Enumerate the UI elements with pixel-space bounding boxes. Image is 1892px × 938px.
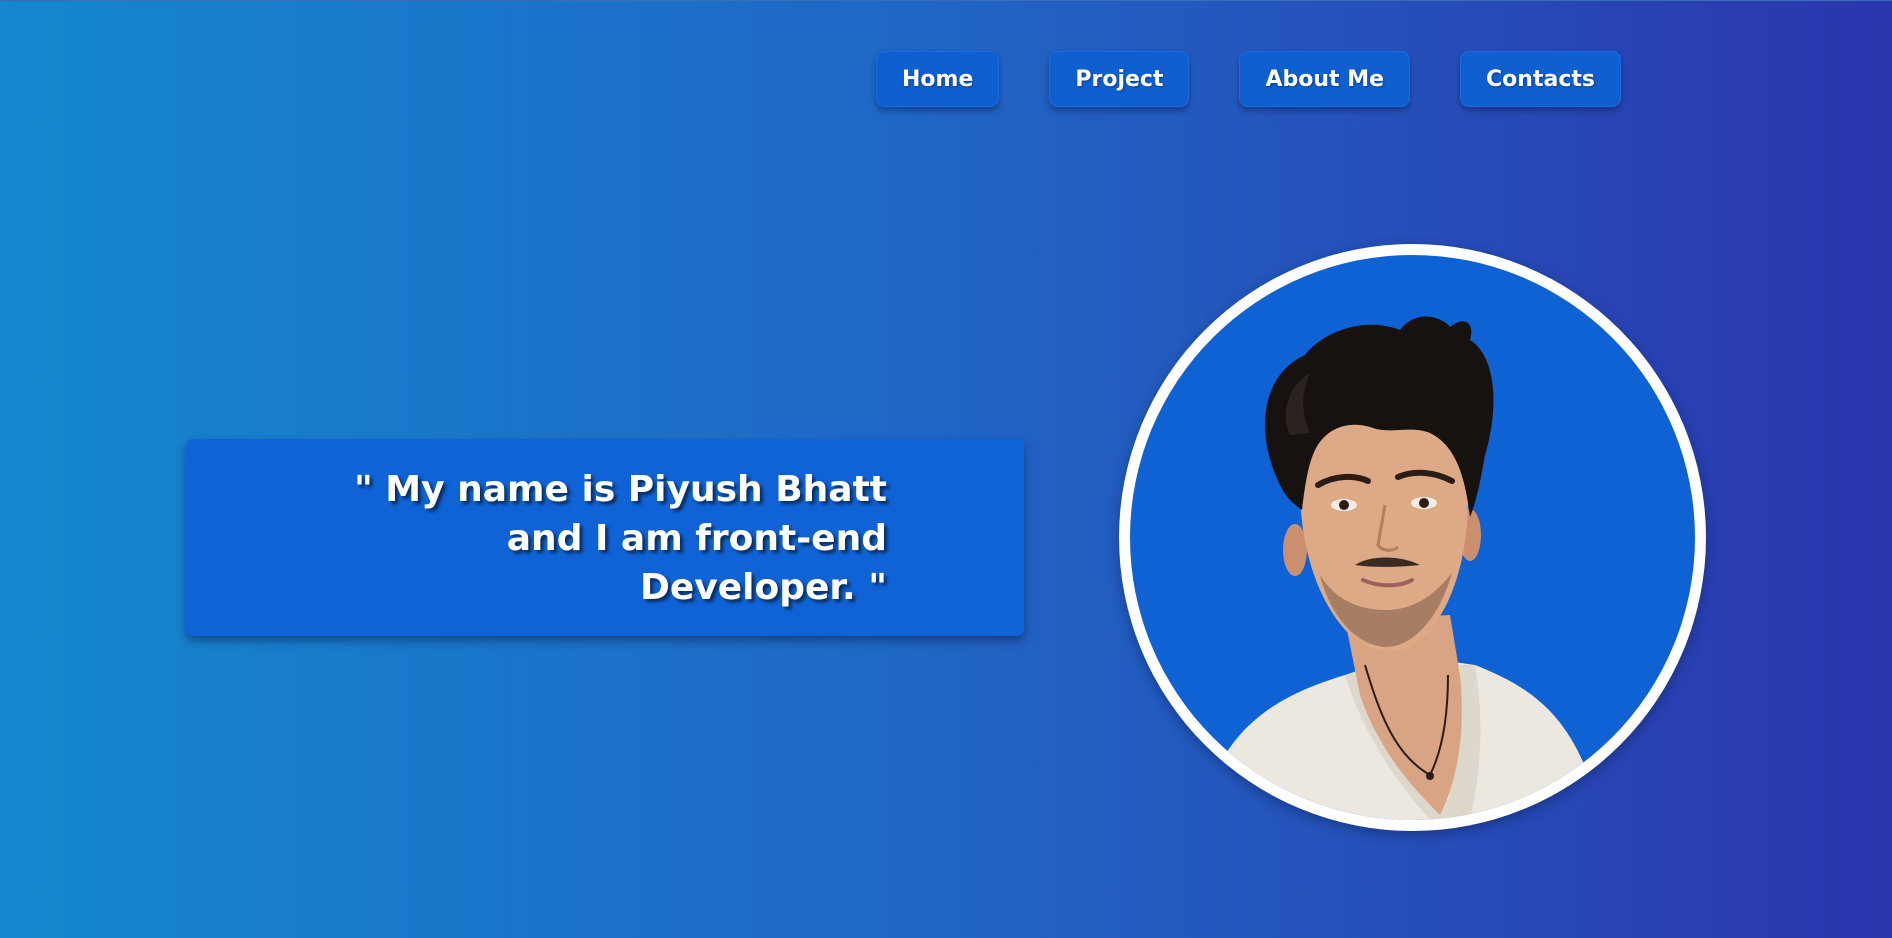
nav-contacts-button[interactable]: Contacts bbox=[1460, 51, 1621, 107]
person-portrait-illustration bbox=[1200, 316, 1600, 820]
intro-card: " My name is Piyush Bhatt and I am front… bbox=[186, 439, 1024, 636]
profile-photo-frame bbox=[1119, 244, 1706, 831]
nav-about-me-button[interactable]: About Me bbox=[1239, 51, 1411, 107]
nav-project-button[interactable]: Project bbox=[1049, 51, 1190, 107]
intro-line-1: " My name is Piyush Bhatt bbox=[354, 469, 887, 510]
top-navigation: Home Project About Me Contacts bbox=[876, 51, 1621, 107]
intro-quote: " My name is Piyush Bhatt and I am front… bbox=[287, 465, 887, 612]
intro-line-3: Developer. " bbox=[639, 567, 887, 608]
intro-line-2: and I am front-end bbox=[506, 518, 887, 559]
nav-home-button[interactable]: Home bbox=[876, 51, 1000, 107]
profile-photo bbox=[1130, 255, 1695, 820]
